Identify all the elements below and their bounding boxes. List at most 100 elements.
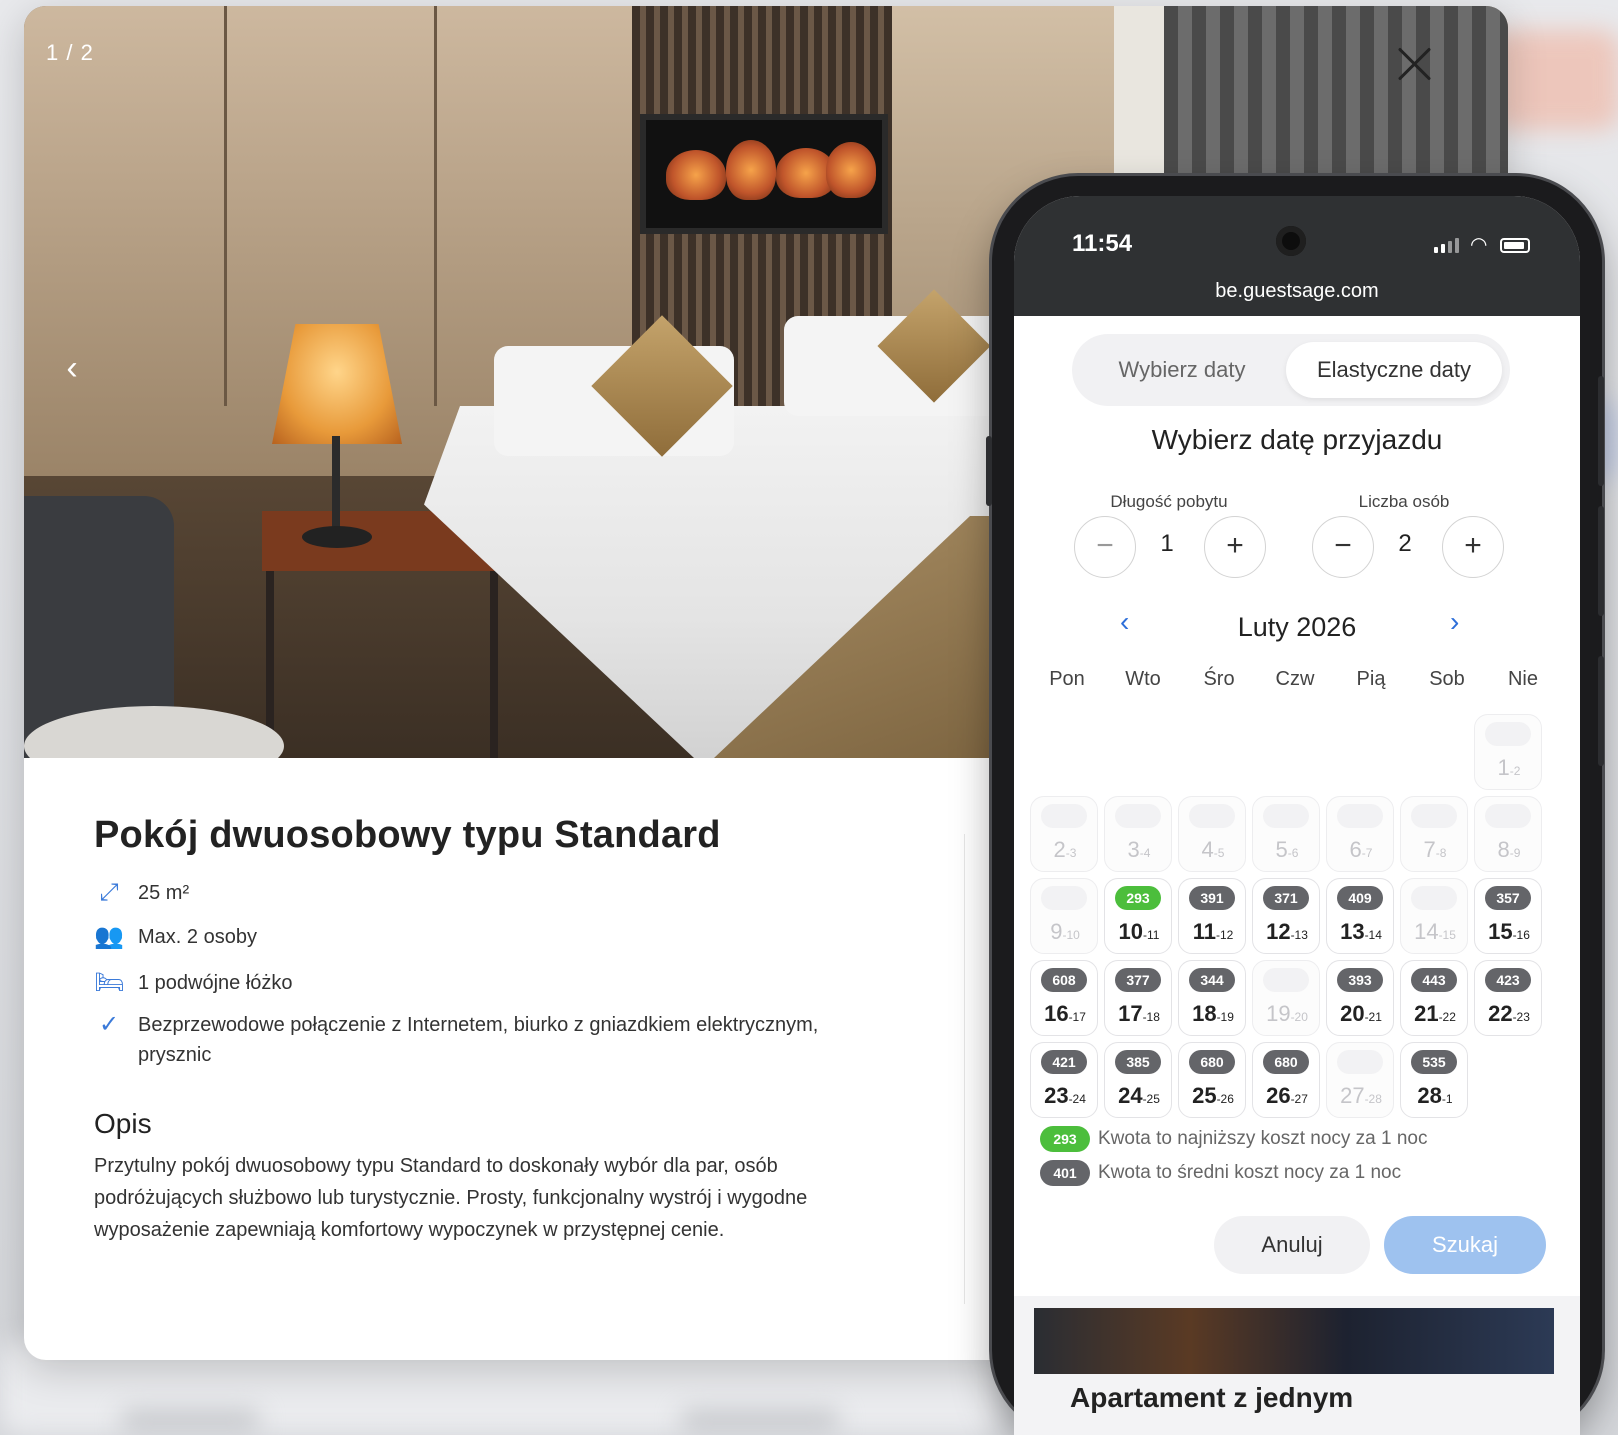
description-title: Opis [94,1108,152,1139]
room-info: Pokój dwuosobowy typu Standard ⤢ 25 m² 👥… [94,814,934,1241]
phone-side-button [1598,506,1604,616]
calendar-day[interactable]: 377 17-18 [1104,960,1172,1036]
weekday-label: Śro [1203,668,1235,690]
day-number: 4-5 [1201,837,1225,862]
tab-choose-dates[interactable]: Wybierz daty [1082,342,1282,398]
calendar-day[interactable]: 391 11-12 [1178,878,1246,954]
day-number: 21-22 [1414,1001,1456,1026]
day-number: 2-3 [1053,837,1077,862]
day-number: 14-15 [1414,919,1456,944]
day-number: 9-10 [1050,919,1080,944]
search-button[interactable]: Szukaj [1384,1216,1546,1274]
tab-flexible-dates[interactable]: Elastyczne daty [1286,342,1502,398]
feature-text: 25 m² [138,882,190,904]
guests-increase-button[interactable]: + [1442,516,1504,578]
day-number: 8-9 [1497,837,1521,862]
calendar-day: 1-2 [1474,714,1542,790]
month-title: Luty 2026 [1237,612,1357,642]
photo-counter: 1 / 2 [46,40,94,65]
stay-length-decrease-button[interactable]: − [1074,516,1136,578]
feature-text: Max. 2 osoby [138,926,257,948]
phone-screen: 11:54 ◠ be.guestsage.com Wybierz daty El… [1014,196,1580,1435]
day-price-badge [1041,886,1087,910]
day-price-badge [1485,804,1531,828]
calendar-day[interactable]: 443 21-22 [1400,960,1468,1036]
feature-text: Bezprzewodowe połączenie z Internetem, b… [138,1014,819,1066]
calendar-day[interactable]: 608 16-17 [1030,960,1098,1036]
day-number: 24-25 [1118,1083,1160,1108]
phone-side-button [986,436,992,506]
wall-panel-line [434,6,437,406]
weekday-label: Pią [1356,668,1386,690]
day-price-badge: 680 [1263,1050,1309,1074]
day-price-badge: 371 [1263,886,1309,910]
calendar-day[interactable]: 423 22-23 [1474,960,1542,1036]
cancel-button[interactable]: Anuluj [1214,1216,1370,1274]
flame [826,142,876,198]
guests-label: Liczba osób [1358,492,1450,511]
expand-arrows-icon: ⤢ [99,879,119,906]
calendar-day[interactable]: 293 10-11 [1104,878,1172,954]
calendar-day[interactable]: 344 18-19 [1178,960,1246,1036]
day-number: 25-26 [1192,1083,1234,1108]
phone-mockup: 11:54 ◠ be.guestsage.com Wybierz daty El… [986,176,1604,1435]
calendar-day: 19-20 [1252,960,1320,1036]
signal-icon [1434,238,1459,253]
guests-decrease-button[interactable]: − [1312,516,1374,578]
day-price-badge [1411,886,1457,910]
calendar-day: 14-15 [1400,878,1468,954]
calendar-day: 27-28 [1326,1042,1394,1118]
day-price-badge [1411,804,1457,828]
day-number: 13-14 [1340,919,1382,944]
close-icon[interactable] [1384,34,1444,94]
day-price-badge: 423 [1485,968,1531,992]
day-price-badge: 409 [1337,886,1383,910]
calendar-day: 8-9 [1474,796,1542,872]
background-blur [120,1410,260,1432]
calendar-day[interactable]: 357 15-16 [1474,878,1542,954]
chevron-right-icon[interactable]: › [1450,606,1459,638]
flame [726,140,776,200]
guests-value: 2 [1398,530,1412,557]
feature-bed: 🛏 1 podwójne łóżko [94,968,293,998]
background-blur [1490,30,1618,130]
calendar-day[interactable]: 421 23-24 [1030,1042,1098,1118]
day-price-badge [1263,804,1309,828]
day-price-badge [1189,804,1235,828]
day-number: 26-27 [1266,1083,1308,1108]
day-price-badge [1485,722,1531,746]
camera-icon [1276,226,1306,256]
day-price-badge [1041,804,1087,828]
calendar-day[interactable]: 393 20-21 [1326,960,1394,1036]
calendar-day[interactable]: 371 12-13 [1252,878,1320,954]
day-price-badge [1337,1050,1383,1074]
legend-lowest: 293 Kwota to najniższy koszt nocy za 1 n… [1040,1126,1428,1152]
legend-pill-lowest: 293 [1040,1126,1090,1152]
day-price-badge: 344 [1189,968,1235,992]
description-text: Przytulny pokój dwuosobowy typu Standard… [94,1155,808,1241]
weekday-label: Wto [1125,668,1161,690]
calendar-day: 7-8 [1400,796,1468,872]
day-number: 23-24 [1044,1083,1086,1108]
calendar-day[interactable]: 385 24-25 [1104,1042,1172,1118]
day-price-badge: 293 [1115,886,1161,910]
room-title: Pokój dwuosobowy typu Standard [94,814,721,856]
wifi-icon: ◠ [1470,234,1488,256]
stay-length-value: 1 [1160,530,1174,557]
day-price-badge: 535 [1411,1050,1457,1074]
stay-length-label: Długość pobytu [1110,492,1228,511]
stay-length-increase-button[interactable]: + [1204,516,1266,578]
day-number: 15-16 [1488,919,1530,944]
day-price-badge: 393 [1337,968,1383,992]
browser-url[interactable]: be.guestsage.com [1014,280,1580,303]
calendar-day[interactable]: 680 25-26 [1178,1042,1246,1118]
day-number: 17-18 [1118,1001,1160,1026]
day-number: 6-7 [1349,837,1373,862]
calendar-day[interactable]: 680 26-27 [1252,1042,1320,1118]
day-price-badge: 421 [1041,1050,1087,1074]
day-number: 7-8 [1423,837,1447,862]
calendar-day[interactable]: 535 28-1 [1400,1042,1468,1118]
day-price-badge: 385 [1115,1050,1161,1074]
previous-photo-icon[interactable]: ‹ [54,350,90,386]
calendar-day[interactable]: 409 13-14 [1326,878,1394,954]
